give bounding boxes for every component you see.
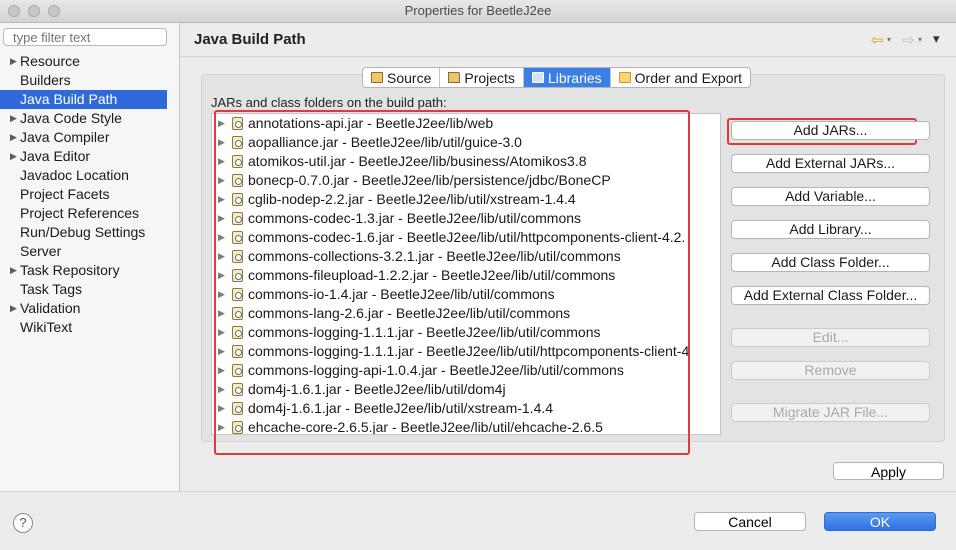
add-external-jars-button[interactable]: Add External JARs... — [731, 154, 930, 173]
sidebar-item-label: Run/Debug Settings — [20, 224, 146, 240]
expand-arrow-icon[interactable]: ▶ — [10, 128, 17, 147]
tab-libraries[interactable]: Libraries — [523, 68, 611, 87]
properties-tree: ▶ Resource Builders Java Build Path ▶ Java… — [0, 52, 179, 337]
tab-label: Source — [387, 69, 432, 86]
filter-input[interactable] — [3, 28, 167, 46]
sidebar-item-javadoc-location[interactable]: Javadoc Location — [0, 166, 179, 185]
sidebar-item-resource[interactable]: ▶ Resource — [0, 52, 179, 71]
add-class-folder-button[interactable]: Add Class Folder... — [731, 253, 930, 272]
sidebar-item-label: Builders — [20, 72, 71, 88]
projects-folder-icon — [448, 72, 461, 83]
add-library-button[interactable]: Add Library... — [731, 220, 930, 239]
sidebar-item-task-repository[interactable]: ▶ Task Repository — [0, 261, 179, 280]
tab-label: Order and Export — [634, 69, 743, 86]
add-external-class-folder-button[interactable]: Add External Class Folder... — [731, 286, 930, 305]
sidebar-item-server[interactable]: Server — [0, 242, 179, 261]
expand-arrow-icon[interactable]: ▶ — [10, 261, 17, 280]
sidebar-item-builders[interactable]: Builders — [0, 71, 179, 90]
edit-button[interactable]: Edit... — [731, 328, 930, 347]
sidebar-item-java-build-path[interactable]: Java Build Path — [0, 90, 167, 109]
ok-button[interactable]: OK — [824, 512, 936, 531]
tab-projects[interactable]: Projects — [440, 68, 524, 87]
help-icon[interactable]: ? — [13, 513, 33, 533]
expand-arrow-icon[interactable]: ▶ — [10, 52, 17, 71]
forward-arrow-icon[interactable]: ⇨ — [902, 31, 915, 49]
tab-label: Libraries — [547, 69, 602, 86]
sidebar-item-label: Javadoc Location — [20, 167, 129, 183]
add-variable-button[interactable]: Add Variable... — [731, 187, 930, 206]
libraries-section-label: JARs and class folders on the build path… — [211, 95, 447, 110]
sidebar-item-label: WikiText — [20, 319, 73, 335]
window-titlebar: Properties for BeetleJ2ee — [0, 0, 956, 23]
tab-label: Projects — [464, 69, 515, 86]
list-highlight-annotation — [214, 110, 690, 455]
sidebar-item-label: Java Code Style — [20, 110, 122, 126]
cancel-button[interactable]: Cancel — [694, 512, 806, 531]
sidebar-item-wikitext[interactable]: WikiText — [0, 318, 179, 337]
sidebar-item-label: Project Facets — [20, 186, 110, 202]
sidebar-item-task-tags[interactable]: Task Tags — [0, 280, 179, 299]
sidebar-item-label: Java Editor — [20, 148, 91, 164]
tab-bar: Source Projects Libraries Order and Expo… — [362, 67, 752, 88]
header-divider — [180, 56, 956, 57]
sidebar-item-project-facets[interactable]: Project Facets — [0, 185, 179, 204]
sidebar-item-project-references[interactable]: Project References — [0, 204, 179, 223]
tab-order-and-export[interactable]: Order and Export — [611, 68, 750, 87]
order-export-icon — [618, 72, 631, 83]
sidebar: ▶Resource Builders Java Build Path ▶Java… — [0, 23, 180, 491]
forward-history-dropdown-icon[interactable]: ▾ — [918, 35, 922, 44]
sidebar-item-label: Server — [20, 243, 62, 259]
dialog-button-bar — [0, 491, 956, 550]
sidebar-item-label: Java Compiler — [20, 129, 110, 145]
expand-arrow-icon[interactable]: ▶ — [10, 299, 17, 318]
sidebar-item-label: Task Tags — [20, 281, 82, 297]
libraries-icon — [531, 72, 544, 83]
sidebar-item-java-compiler[interactable]: ▶ Java Compiler — [0, 128, 179, 147]
tab-source[interactable]: Source — [363, 68, 441, 87]
add-jars-button[interactable]: Add JARs... — [731, 121, 930, 140]
sidebar-item-label: Project References — [20, 205, 140, 221]
remove-button[interactable]: Remove — [731, 361, 930, 380]
page-title: Java Build Path — [194, 31, 306, 48]
view-menu-icon[interactable]: ▾ — [933, 31, 940, 47]
sidebar-item-java-code-style[interactable]: ▶ Java Code Style — [0, 109, 179, 128]
sidebar-item-label: Validation — [20, 300, 81, 316]
expand-arrow-icon[interactable]: ▶ — [10, 147, 17, 166]
expand-arrow-icon[interactable]: ▶ — [10, 109, 17, 128]
migrate-jar-button[interactable]: Migrate JAR File... — [731, 403, 930, 422]
back-history-dropdown-icon[interactable]: ▾ — [887, 35, 891, 44]
sidebar-item-label: Resource — [20, 53, 80, 69]
back-arrow-icon[interactable]: ⇦ — [871, 31, 884, 49]
apply-button[interactable]: Apply — [833, 462, 944, 480]
sidebar-item-java-editor[interactable]: ▶ Java Editor — [0, 147, 179, 166]
sidebar-item-run-debug-settings[interactable]: Run/Debug Settings — [0, 223, 179, 242]
sidebar-item-label: Java Build Path — [20, 91, 118, 107]
sidebar-item-validation[interactable]: ▶ Validation — [0, 299, 179, 318]
sidebar-item-label: Task Repository — [20, 262, 120, 278]
window-title: Properties for BeetleJ2ee — [404, 3, 552, 18]
source-folder-icon — [371, 72, 383, 83]
